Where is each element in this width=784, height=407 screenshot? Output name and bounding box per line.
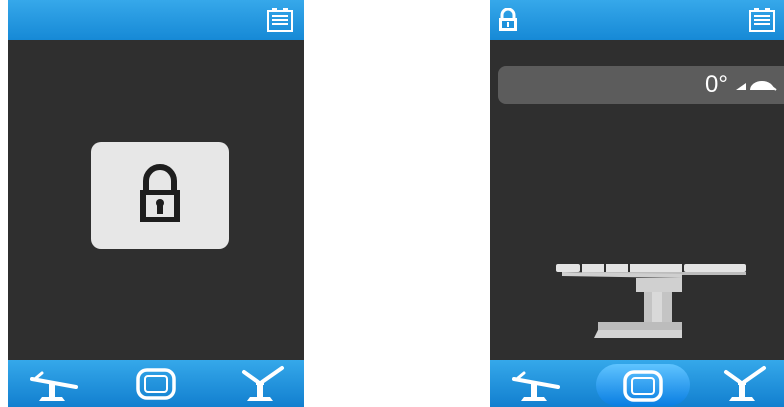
- battery-icon: [266, 8, 294, 32]
- nav-screen-button[interactable]: [126, 360, 186, 407]
- lock-button[interactable]: [91, 142, 229, 249]
- nav-screen-button[interactable]: [596, 364, 690, 406]
- angle-display[interactable]: 0°: [498, 66, 784, 104]
- display-icon: [126, 360, 186, 407]
- rotation-icon: [734, 74, 778, 96]
- top-bar: [8, 0, 304, 40]
- nav-tilt-button[interactable]: [24, 360, 84, 407]
- lock-icon[interactable]: [498, 8, 518, 32]
- left-screen: [8, 0, 304, 407]
- top-bar: [490, 0, 784, 40]
- bottom-nav-bar: [490, 360, 784, 407]
- nav-legs-button[interactable]: [232, 360, 292, 407]
- angle-value: 0°: [705, 71, 728, 98]
- display-icon: [613, 362, 673, 407]
- operating-table-icon: [552, 258, 752, 342]
- bottom-nav-bar: [8, 360, 304, 407]
- leg-section-icon: [232, 360, 292, 407]
- table-tilt-icon: [24, 360, 84, 407]
- leg-section-icon: [714, 360, 774, 407]
- padlock-icon: [136, 163, 184, 225]
- nav-tilt-button[interactable]: [506, 360, 566, 407]
- nav-legs-button[interactable]: [714, 360, 774, 407]
- battery-icon: [748, 8, 776, 32]
- table-tilt-icon: [506, 360, 566, 407]
- right-screen: 0°: [490, 0, 784, 407]
